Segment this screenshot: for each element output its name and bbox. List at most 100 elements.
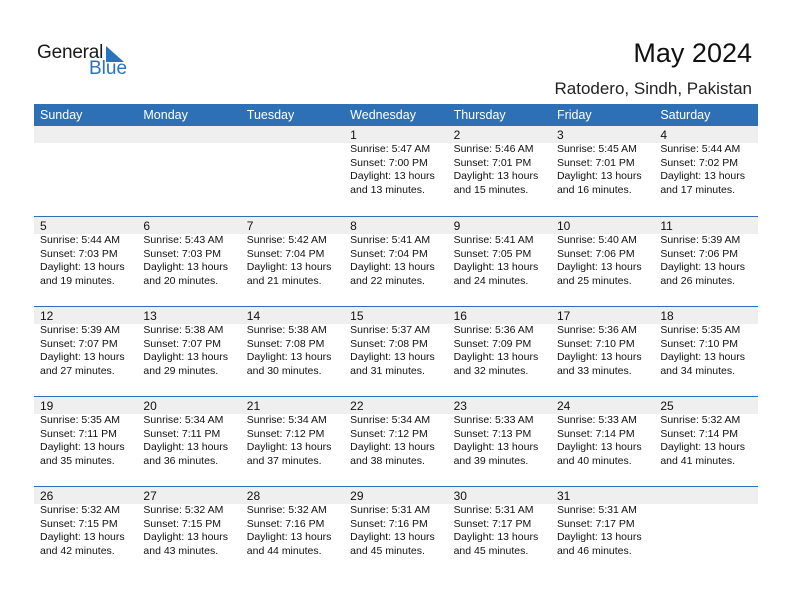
daylight-text: Daylight: 13 hours	[40, 441, 125, 453]
day-number: 24	[556, 399, 571, 413]
day-cell: 7 Sunrise: 5:42 AM Sunset: 7:04 PM Daylight…	[241, 217, 344, 288]
daylight-text: Daylight: 13 hours	[350, 351, 435, 363]
sunset-text: Sunset: 7:09 PM	[453, 337, 532, 350]
day-cell: 25 Sunrise: 5:32 AM Sunset: 7:14 PM Dayligh…	[654, 397, 757, 468]
daylight-text: Daylight: 13 hours	[453, 351, 539, 363]
day-number: 25	[660, 399, 674, 413]
sunset-text: Sunset: 7:15 PM	[143, 517, 222, 530]
daylight-text: and 40 minutes.	[556, 454, 632, 467]
day-number: 5	[40, 219, 47, 233]
daylight-text: and 13 minutes.	[350, 183, 425, 196]
sunrise-text: Sunrise: 5:33 AM	[556, 414, 637, 426]
daylight-text: and 43 minutes.	[143, 544, 219, 557]
daylight-text: and 17 minutes.	[660, 183, 736, 196]
day-cell: 9 Sunrise: 5:41 AM Sunset: 7:05 PM Daylight…	[448, 217, 551, 288]
day-cell: 11 Sunrise: 5:39 AM Sunset: 7:06 PM Dayligh…	[654, 217, 757, 288]
sunrise-text: Sunrise: 5:41 AM	[350, 234, 431, 246]
calendar: Sunday Monday Tuesday Wednesday Thursday…	[34, 104, 758, 576]
day-number: 19	[40, 399, 54, 413]
sunset-text: Sunset: 7:13 PM	[453, 427, 532, 440]
daylight-text: and 29 minutes.	[143, 364, 219, 377]
day-cell: 14 Sunrise: 5:38 AM Sunset: 7:08 PM Dayligh…	[241, 307, 344, 378]
sunset-text: Sunset: 7:14 PM	[556, 427, 635, 440]
sunset-text: Sunset: 7:12 PM	[246, 427, 325, 440]
sunset-text: Sunset: 7:14 PM	[660, 427, 738, 440]
daylight-text: Daylight: 13 hours	[246, 441, 332, 453]
daylight-text: and 38 minutes.	[350, 454, 425, 467]
daylight-text: and 16 minutes.	[556, 183, 632, 196]
sunset-text: Sunset: 7:05 PM	[453, 247, 532, 260]
week-row: 26 Sunrise: 5:32 AM Sunset: 7:15 PM Dayligh…	[34, 486, 758, 576]
day-cell: 28 Sunrise: 5:32 AM Sunset: 7:16 PM Dayligh…	[241, 487, 344, 558]
daylight-text: and 39 minutes.	[453, 454, 529, 467]
sunset-text: Sunset: 7:00 PM	[350, 156, 428, 169]
daylight-text: and 45 minutes.	[453, 544, 529, 557]
sunset-text: Sunset: 7:01 PM	[556, 156, 635, 169]
day-number: 18	[660, 309, 674, 323]
sunrise-text: Sunrise: 5:41 AM	[453, 234, 534, 246]
sunset-text: Sunset: 7:10 PM	[660, 337, 738, 350]
daylight-text: Daylight: 13 hours	[660, 170, 745, 182]
daylight-text: and 26 minutes.	[660, 274, 736, 287]
day-number: 30	[453, 489, 467, 503]
day-cell: 30 Sunrise: 5:31 AM Sunset: 7:17 PM Dayligh…	[448, 487, 551, 558]
day-number: 2	[453, 128, 461, 142]
day-cell: 10 Sunrise: 5:40 AM Sunset: 7:06 PM Dayligh…	[551, 217, 654, 288]
week-row: 12 Sunrise: 5:39 AM Sunset: 7:07 PM Dayligh…	[34, 306, 758, 396]
daylight-text: and 19 minutes.	[40, 274, 115, 287]
day-number: 13	[143, 309, 157, 323]
sunset-text: Sunset: 7:08 PM	[246, 337, 325, 350]
day-number: 12	[40, 309, 54, 323]
sunrise-text: Sunrise: 5:36 AM	[556, 324, 637, 336]
daylight-text: and 32 minutes.	[453, 364, 529, 377]
sunrise-text: Sunrise: 5:45 AM	[556, 143, 637, 155]
day-number: 15	[350, 309, 364, 323]
daylight-text: and 21 minutes.	[246, 274, 322, 287]
day-number: 8	[350, 219, 357, 233]
daylight-text: and 46 minutes.	[556, 544, 632, 557]
daylight-text: Daylight: 13 hours	[350, 531, 435, 543]
day-cell: 26 Sunrise: 5:32 AM Sunset: 7:15 PM Dayligh…	[34, 487, 137, 558]
daylight-text: Daylight: 13 hours	[143, 441, 229, 453]
day-cell: 4 Sunrise: 5:44 AM Sunset: 7:02 PM Daylight…	[654, 126, 757, 197]
sunset-text: Sunset: 7:03 PM	[143, 247, 222, 260]
day-cell: 5 Sunrise: 5:44 AM Sunset: 7:03 PM Daylight…	[34, 217, 137, 288]
sunrise-text: Sunrise: 5:33 AM	[453, 414, 534, 426]
daylight-text: Daylight: 13 hours	[40, 261, 125, 273]
sunset-text: Sunset: 7:17 PM	[556, 517, 635, 530]
daylight-text: and 22 minutes.	[350, 274, 425, 287]
sunrise-text: Sunrise: 5:31 AM	[556, 504, 637, 516]
daylight-text: and 33 minutes.	[556, 364, 632, 377]
day-number: 26	[40, 489, 54, 503]
empty-day-cell	[241, 126, 344, 197]
sunrise-text: Sunrise: 5:38 AM	[143, 324, 224, 336]
weekday-header: Sunday Monday Tuesday Wednesday Thursday…	[34, 104, 758, 126]
weekday-label: Thursday	[453, 108, 506, 122]
day-cell: 20 Sunrise: 5:34 AM Sunset: 7:11 PM Dayligh…	[137, 397, 240, 468]
sunrise-text: Sunrise: 5:42 AM	[246, 234, 327, 246]
sunrise-text: Sunrise: 5:32 AM	[660, 414, 741, 426]
daylight-text: Daylight: 13 hours	[143, 261, 229, 273]
page-title: May 2024	[633, 38, 752, 68]
daylight-text: and 25 minutes.	[556, 274, 632, 287]
sunrise-text: Sunrise: 5:36 AM	[453, 324, 534, 336]
day-cell: 24 Sunrise: 5:33 AM Sunset: 7:14 PM Dayligh…	[551, 397, 654, 468]
day-cell: 22 Sunrise: 5:34 AM Sunset: 7:12 PM Dayligh…	[344, 397, 447, 468]
sunrise-text: Sunrise: 5:37 AM	[350, 324, 431, 336]
day-number: 27	[143, 489, 157, 503]
day-cell: 29 Sunrise: 5:31 AM Sunset: 7:16 PM Dayligh…	[344, 487, 447, 558]
daylight-text: and 30 minutes.	[246, 364, 322, 377]
day-cell: 31 Sunrise: 5:31 AM Sunset: 7:17 PM Dayligh…	[551, 487, 654, 558]
daylight-text: Daylight: 13 hours	[556, 441, 642, 453]
day-cell: 21 Sunrise: 5:34 AM Sunset: 7:12 PM Dayligh…	[241, 397, 344, 468]
daylight-text: Daylight: 13 hours	[453, 170, 539, 182]
day-cell: 2 Sunrise: 5:46 AM Sunset: 7:01 PM Daylight…	[448, 126, 551, 197]
sunrise-text: Sunrise: 5:34 AM	[246, 414, 327, 426]
daylight-text: and 36 minutes.	[143, 454, 219, 467]
logo-text-blue: Blue	[89, 58, 128, 79]
sunset-text: Sunset: 7:16 PM	[350, 517, 428, 530]
day-cell: 17 Sunrise: 5:36 AM Sunset: 7:10 PM Dayligh…	[551, 307, 654, 378]
daylight-text: Daylight: 13 hours	[246, 351, 332, 363]
sunset-text: Sunset: 7:12 PM	[350, 427, 428, 440]
sunrise-text: Sunrise: 5:44 AM	[40, 234, 120, 246]
